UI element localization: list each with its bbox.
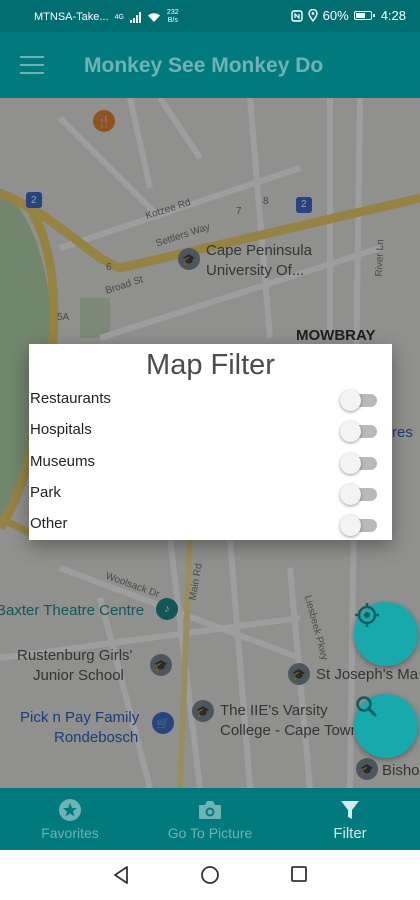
net-speed: 232 B/s (167, 9, 179, 25)
nav-label: Favorites (41, 825, 99, 841)
carrier-name: MTNSA-Take... (34, 11, 109, 23)
filter-row-hospitals: Hospitals (29, 414, 392, 445)
filter-label: Museums (30, 453, 96, 470)
park-toggle[interactable] (340, 484, 378, 505)
home-icon[interactable] (200, 865, 220, 885)
filter-label: Park (30, 484, 61, 501)
camera-icon (197, 797, 223, 823)
nav-filter[interactable]: Filter (300, 788, 400, 850)
filter-label: Hospitals (30, 421, 92, 438)
other-toggle[interactable] (340, 515, 378, 536)
map-filter-dialog: Map Filter Restaurants Hospitals Museums… (29, 344, 392, 540)
net-speed-value: 232 (166, 9, 179, 16)
restaurants-toggle[interactable] (340, 390, 378, 411)
nav-label: Go To Picture (167, 825, 253, 841)
battery-icon (353, 11, 375, 20)
app-bar: Monkey See Monkey Do (0, 32, 420, 98)
filter-row-restaurants: Restaurants (29, 383, 392, 414)
filter-icon (339, 797, 361, 823)
search-button[interactable] (354, 694, 418, 758)
locate-button[interactable] (354, 602, 418, 666)
back-icon[interactable] (112, 865, 130, 885)
network-type: 4G (114, 13, 124, 21)
bottom-navigation: Favorites Go To Picture Filter (0, 788, 420, 850)
museums-toggle[interactable] (340, 453, 378, 474)
battery-percent: 60% (322, 8, 349, 23)
filter-row-park: Park (29, 477, 392, 508)
nav-favorites[interactable]: Favorites (20, 788, 120, 850)
menu-icon[interactable] (20, 56, 44, 74)
nfc-icon (290, 9, 303, 22)
crosshair-icon (355, 603, 379, 627)
nav-go-to-picture[interactable]: Go To Picture (150, 788, 270, 850)
filter-label: Other (30, 515, 68, 532)
clock: 4:28 (380, 8, 406, 23)
app-title: Monkey See Monkey Do (84, 54, 324, 77)
dialog-title: Map Filter (146, 349, 275, 381)
hospitals-toggle[interactable] (340, 421, 378, 442)
location-icon (307, 9, 318, 22)
filter-label: Restaurants (30, 390, 111, 407)
status-bar: MTNSA-Take... 4G 232 B/s 60% 4:28 (0, 0, 420, 32)
star-icon (58, 797, 82, 823)
signal-icon (129, 11, 141, 23)
recents-icon[interactable] (290, 865, 308, 883)
net-speed-unit: B/s (167, 17, 178, 24)
filter-row-other: Other (29, 508, 392, 539)
filter-row-museums: Museums (29, 446, 392, 477)
wifi-icon (147, 12, 160, 22)
nav-label: Filter (333, 824, 367, 842)
system-navigation-bar (0, 850, 420, 900)
search-icon (356, 696, 377, 717)
